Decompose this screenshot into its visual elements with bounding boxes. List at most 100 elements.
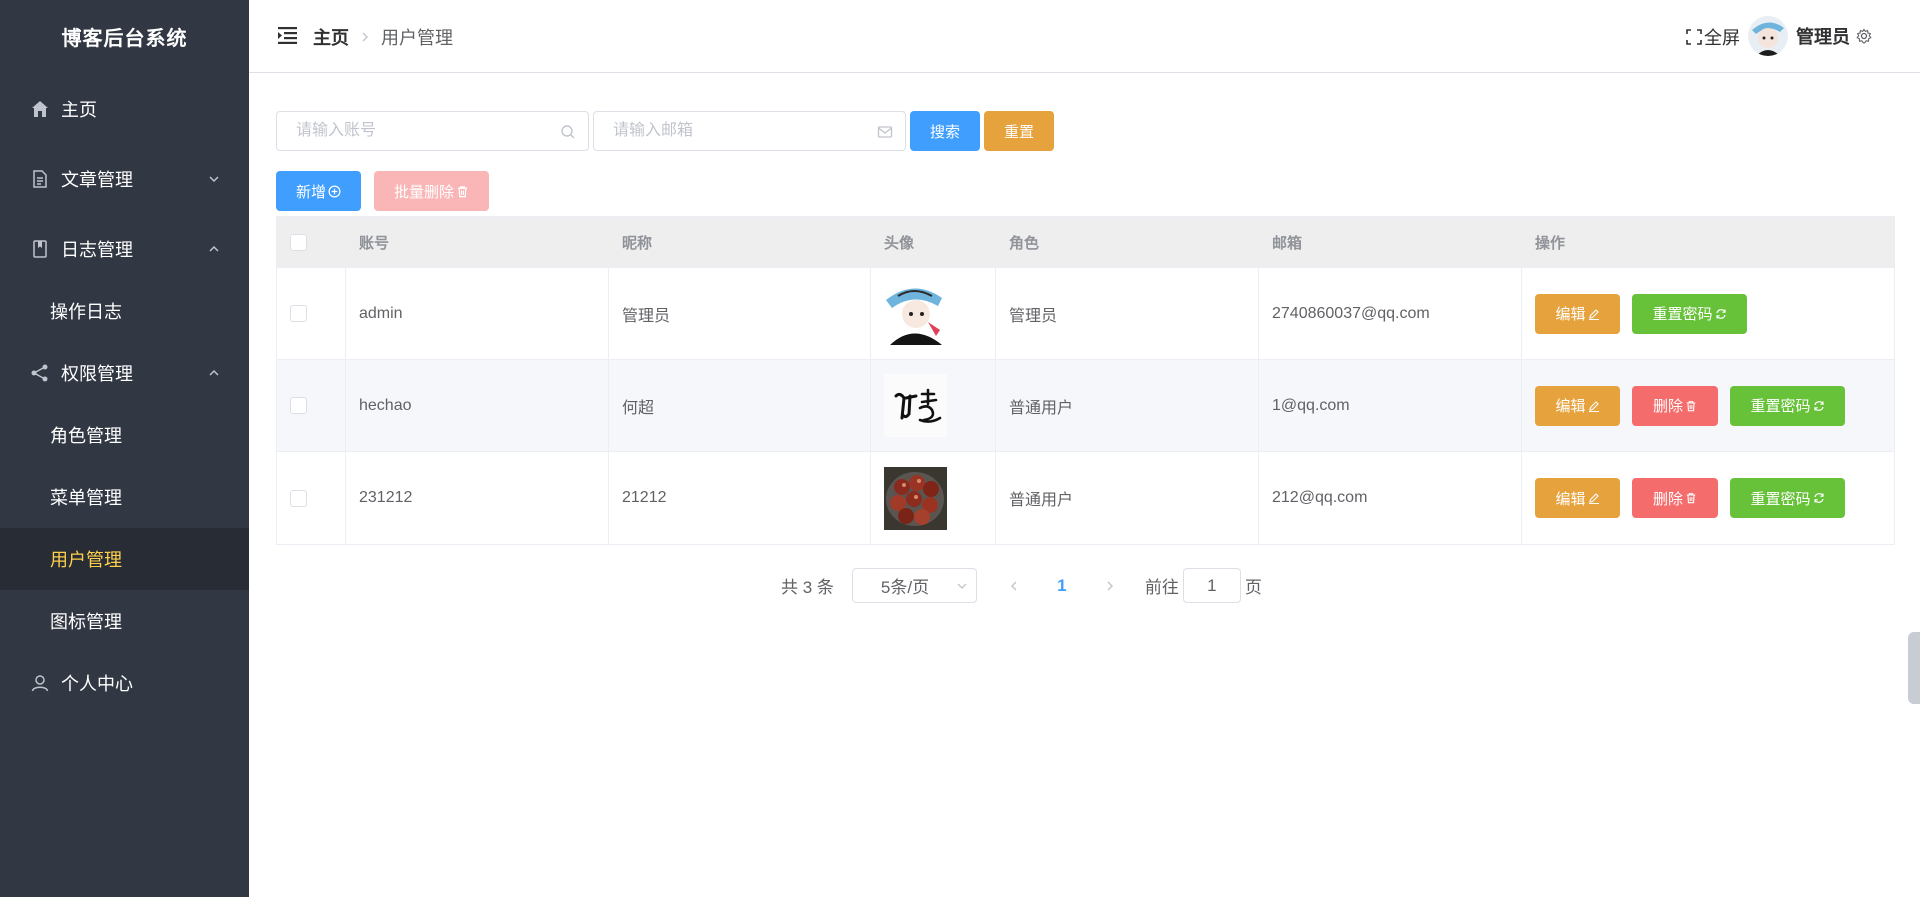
nickname-cell: 管理员 bbox=[609, 268, 871, 359]
trash-icon bbox=[457, 185, 468, 197]
select-cell bbox=[277, 268, 346, 359]
user-icon bbox=[30, 673, 50, 693]
avatar-cell bbox=[871, 360, 996, 451]
sidebar-item-auth[interactable]: 权限管理 bbox=[0, 342, 249, 404]
search-button[interactable]: 搜索 bbox=[910, 111, 980, 151]
row-checkbox[interactable] bbox=[290, 489, 307, 507]
header-select-cell bbox=[277, 217, 346, 267]
edit-button[interactable]: 编辑 bbox=[1535, 293, 1620, 334]
prev-page-button[interactable] bbox=[999, 571, 1029, 601]
sidebar-item-label: 日志管理 bbox=[61, 240, 133, 260]
nickname-cell: 何超 bbox=[609, 360, 871, 451]
select-cell bbox=[277, 452, 346, 544]
table-row: admin 管理员 管理员 2740860037@qq.com 编辑 重置密码 bbox=[277, 268, 1894, 360]
header-role: 角色 bbox=[1009, 234, 1040, 252]
edit-label: 编辑 bbox=[1555, 398, 1586, 415]
header-email: 邮箱 bbox=[1272, 234, 1303, 252]
sidebar-item-article[interactable]: 文章管理 bbox=[0, 148, 249, 210]
page-size-value: 5条/页 bbox=[880, 578, 930, 597]
reset-password-button[interactable]: 重置密码 bbox=[1730, 385, 1845, 426]
next-page-button[interactable] bbox=[1095, 571, 1125, 601]
chevron-up-icon bbox=[209, 245, 219, 252]
document-icon bbox=[30, 169, 50, 189]
page-size-select[interactable]: 5条/页 bbox=[851, 568, 977, 603]
sidebar-item-icon[interactable]: 图标管理 bbox=[0, 590, 249, 652]
batch-delete-button[interactable]: 批量删除 bbox=[374, 171, 489, 211]
chevron-right-icon bbox=[1107, 581, 1113, 590]
page-jumper: 前往 1 页 bbox=[1145, 568, 1262, 603]
header-account: 账号 bbox=[359, 234, 390, 252]
sidebar-item-profile[interactable]: 个人中心 bbox=[0, 652, 249, 714]
header-nickname: 昵称 bbox=[622, 234, 653, 252]
email-search-field bbox=[593, 111, 906, 151]
sidebar-item-user[interactable]: 用户管理 bbox=[0, 528, 249, 590]
account-input[interactable] bbox=[277, 112, 588, 150]
goto-page-input[interactable]: 1 bbox=[1182, 568, 1241, 603]
row-checkbox[interactable] bbox=[290, 305, 307, 322]
edit-icon bbox=[1588, 308, 1599, 320]
user-menu[interactable]: 管理员 bbox=[1748, 16, 1872, 56]
food-avatar-image bbox=[884, 466, 947, 530]
reset-password-label: 重置密码 bbox=[1750, 398, 1811, 415]
sidebar: 博客后台系统 主页 文章管理 日志管理 操作日志 权限管理 角色管理 菜单管理 … bbox=[0, 0, 249, 897]
edit-icon bbox=[1588, 400, 1599, 412]
account-search-field bbox=[276, 111, 589, 151]
delete-button[interactable]: 删除 bbox=[1632, 385, 1718, 426]
email-cell: 2740860037@qq.com bbox=[1259, 268, 1522, 359]
add-label: 新增 bbox=[295, 183, 326, 201]
user-table: 账号 昵称 头像 角色 邮箱 操作 admin 管理员 管理员 27408600… bbox=[276, 216, 1895, 545]
delete-button[interactable]: 删除 bbox=[1632, 478, 1718, 518]
menu-fold-icon[interactable] bbox=[278, 27, 297, 44]
reset-password-button[interactable]: 重置密码 bbox=[1632, 293, 1747, 334]
edit-button[interactable]: 编辑 bbox=[1535, 385, 1620, 426]
role-cell: 普通用户 bbox=[996, 360, 1259, 451]
role-cell: 管理员 bbox=[996, 268, 1259, 359]
sidebar-item-role[interactable]: 角色管理 bbox=[0, 404, 249, 466]
chevron-up-icon bbox=[209, 369, 219, 376]
sidebar-item-home[interactable]: 主页 bbox=[0, 78, 249, 140]
nickname-cell: 21212 bbox=[609, 452, 871, 544]
refresh-icon bbox=[1715, 308, 1726, 319]
select-all-checkbox[interactable] bbox=[290, 233, 307, 251]
page-number[interactable]: 1 bbox=[1029, 576, 1095, 596]
actions-cell: 编辑 重置密码 bbox=[1522, 268, 1894, 359]
avatar bbox=[1748, 16, 1788, 56]
trash-icon bbox=[1686, 493, 1696, 504]
row-checkbox[interactable] bbox=[290, 397, 307, 414]
email-cell: 212@qq.com bbox=[1259, 452, 1522, 544]
user-name: 管理员 bbox=[1796, 27, 1850, 47]
chevron-down-icon bbox=[957, 583, 967, 589]
header-avatar: 头像 bbox=[884, 234, 915, 252]
notebook-icon bbox=[30, 239, 50, 259]
actions-cell: 编辑 删除 重置密码 bbox=[1522, 452, 1894, 544]
fullscreen-icon bbox=[1686, 29, 1702, 45]
batch-delete-label: 批量删除 bbox=[393, 183, 454, 201]
edit-button[interactable]: 编辑 bbox=[1535, 478, 1620, 518]
search-bar: 搜索 重置 bbox=[276, 111, 1054, 151]
sidebar-item-operation-log[interactable]: 操作日志 bbox=[0, 280, 249, 342]
refresh-icon bbox=[1813, 400, 1824, 411]
side-scroll-handle[interactable] bbox=[1908, 632, 1920, 704]
chevron-down-icon bbox=[209, 176, 219, 183]
delete-label: 删除 bbox=[1652, 490, 1683, 508]
add-button[interactable]: 新增 bbox=[276, 171, 361, 211]
email-input[interactable] bbox=[594, 112, 905, 150]
sidebar-item-log[interactable]: 日志管理 bbox=[0, 218, 249, 280]
sidebar-item-menu[interactable]: 菜单管理 bbox=[0, 466, 249, 528]
total-count: 共 3 条 bbox=[781, 578, 834, 597]
fullscreen-label: 全屏 bbox=[1704, 28, 1740, 48]
reset-password-label: 重置密码 bbox=[1750, 490, 1811, 508]
main-content: 搜索 重置 新增 批量删除 账号 昵称 头像 角色 bbox=[249, 73, 1920, 897]
sidebar-item-label: 文章管理 bbox=[61, 170, 133, 190]
select-cell bbox=[277, 360, 346, 451]
breadcrumb-home[interactable]: 主页 bbox=[313, 24, 349, 50]
circle-plus-icon bbox=[328, 185, 341, 197]
pagination: 共 3 条 5条/页 1 前往 1 页 bbox=[781, 568, 1262, 603]
fullscreen-button[interactable]: 全屏 bbox=[1686, 24, 1740, 50]
reset-button[interactable]: 重置 bbox=[984, 111, 1054, 151]
email-cell: 1@qq.com bbox=[1259, 360, 1522, 451]
reset-password-label: 重置密码 bbox=[1652, 306, 1713, 323]
reset-password-button[interactable]: 重置密码 bbox=[1730, 478, 1845, 518]
account-cell: admin bbox=[346, 268, 609, 359]
top-header: 主页 用户管理 全屏 管理员 bbox=[249, 0, 1920, 73]
